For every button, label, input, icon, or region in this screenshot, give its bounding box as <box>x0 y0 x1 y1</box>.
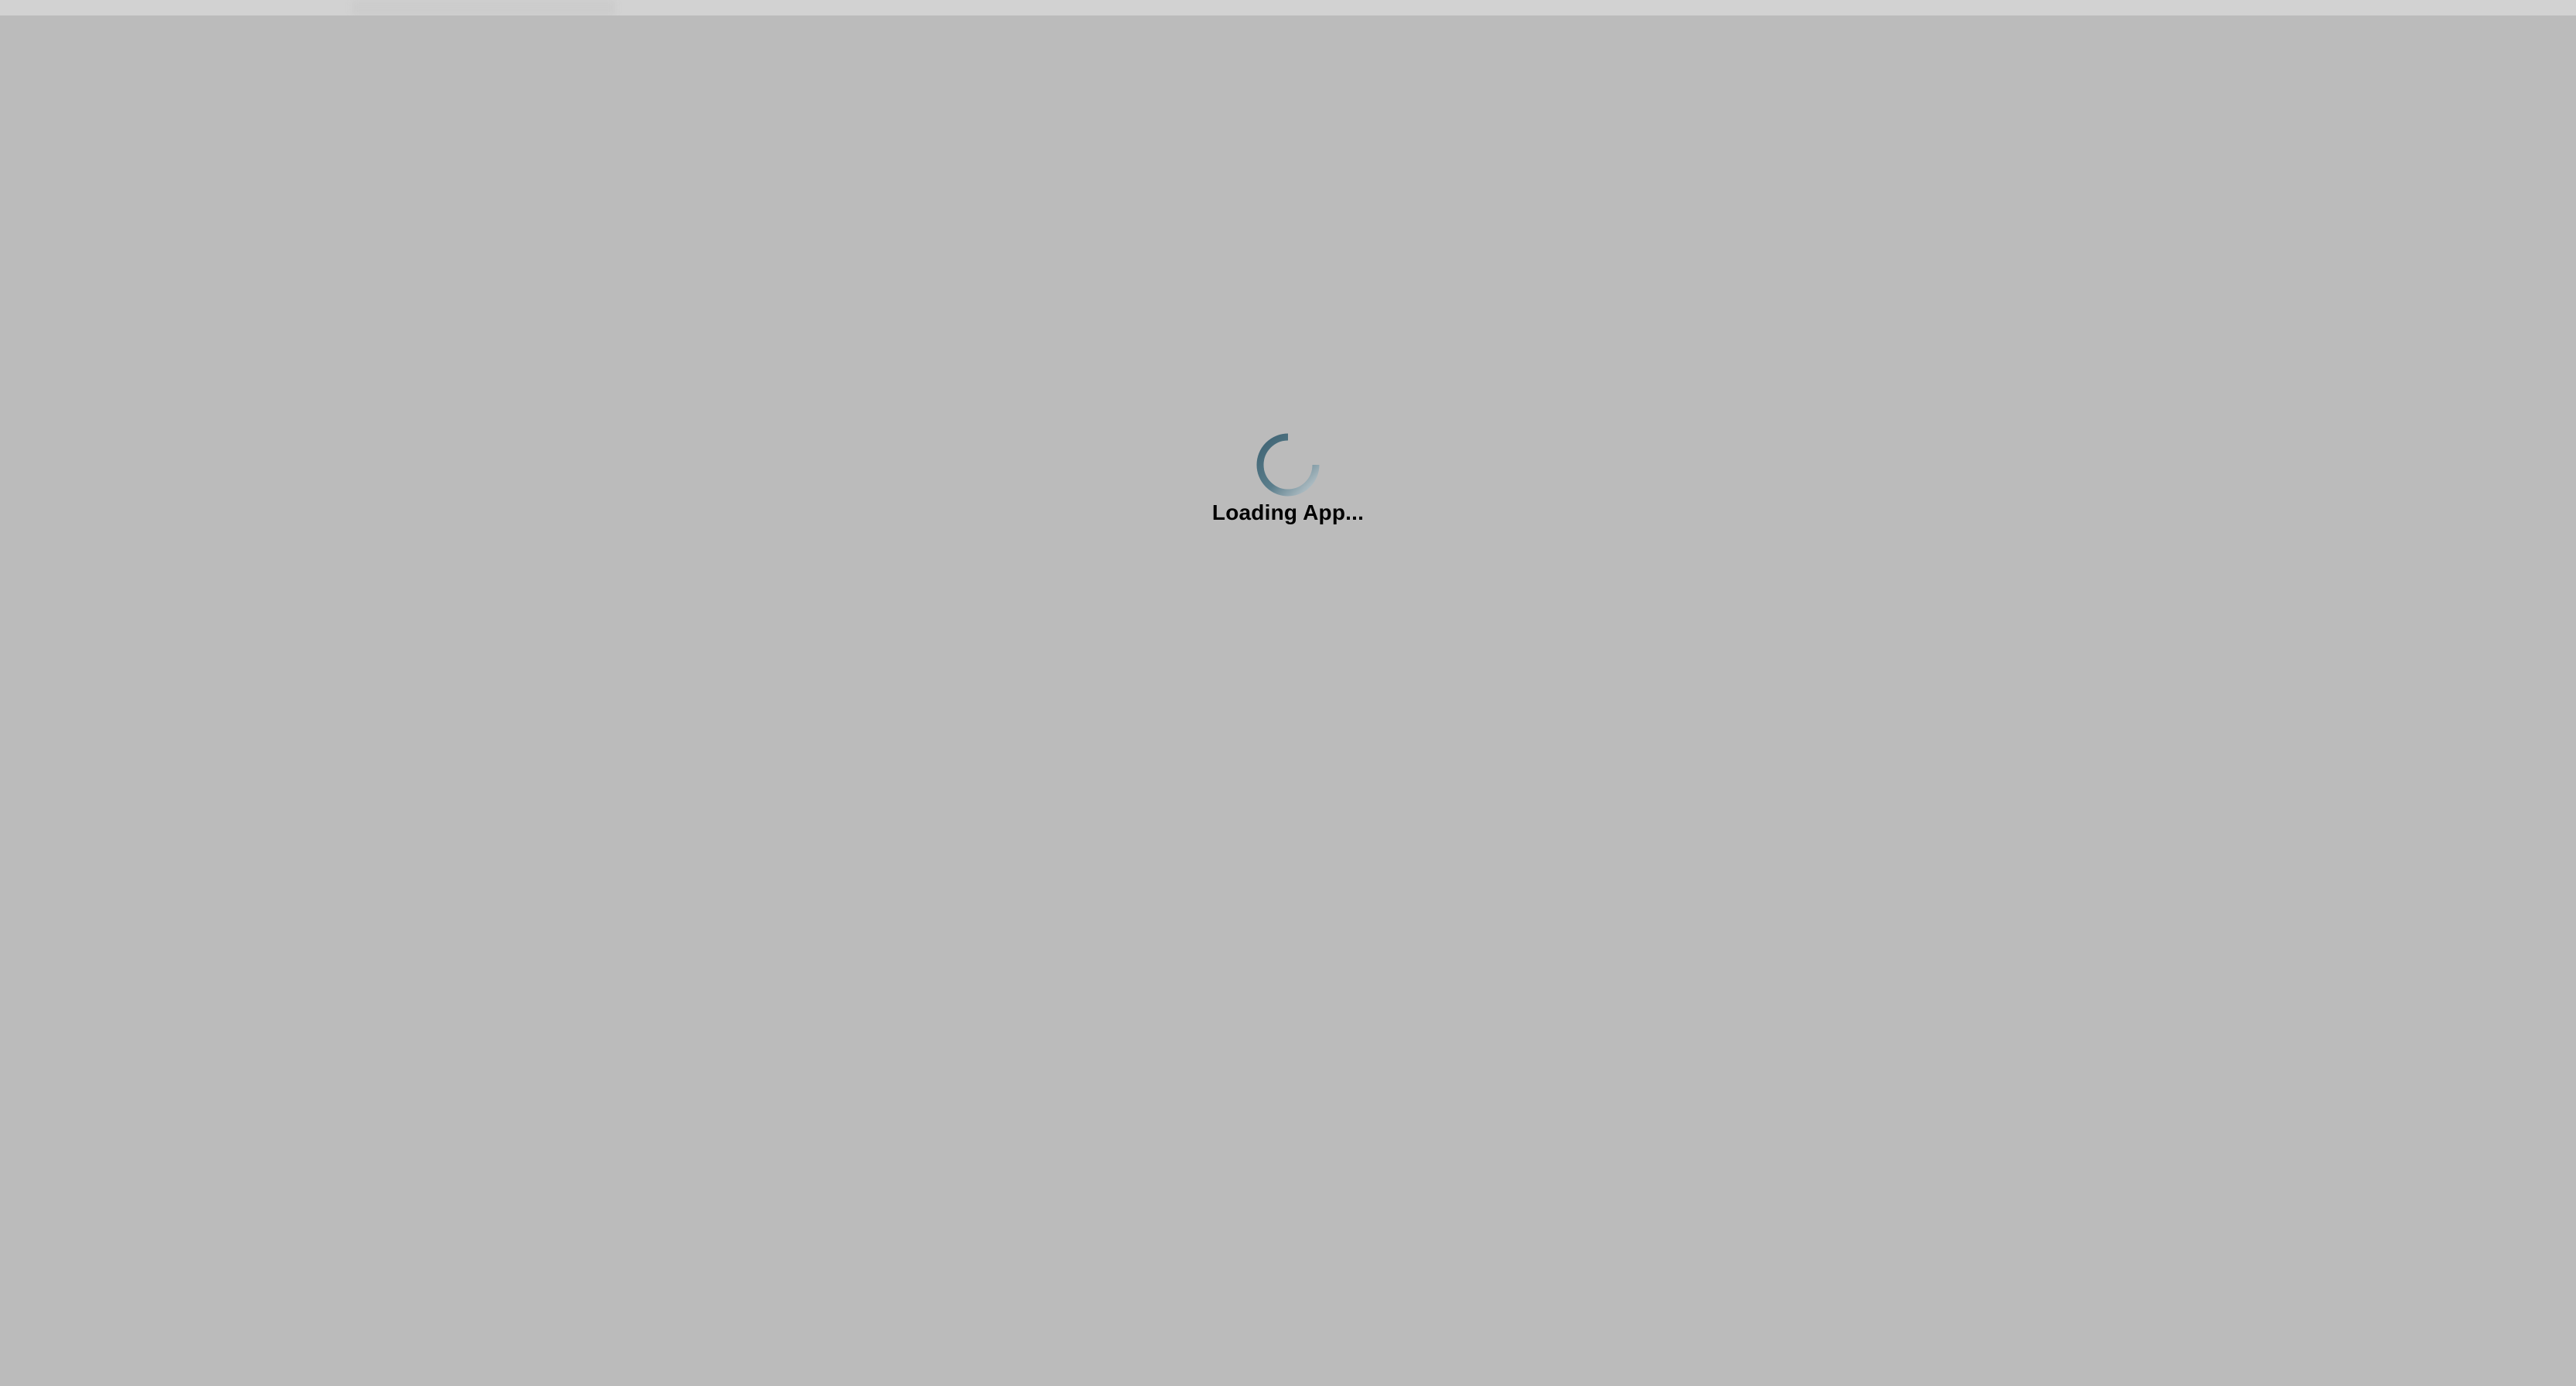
top-bar-shadow <box>352 0 615 15</box>
loading-indicator: Loading App... <box>1211 429 1365 530</box>
spinner-icon <box>1256 433 1320 497</box>
loading-label: Loading App... <box>1211 500 1365 524</box>
top-bar <box>0 0 2576 15</box>
loading-overlay <box>0 15 2576 1386</box>
app-page: Loading App... <box>0 0 2576 1386</box>
